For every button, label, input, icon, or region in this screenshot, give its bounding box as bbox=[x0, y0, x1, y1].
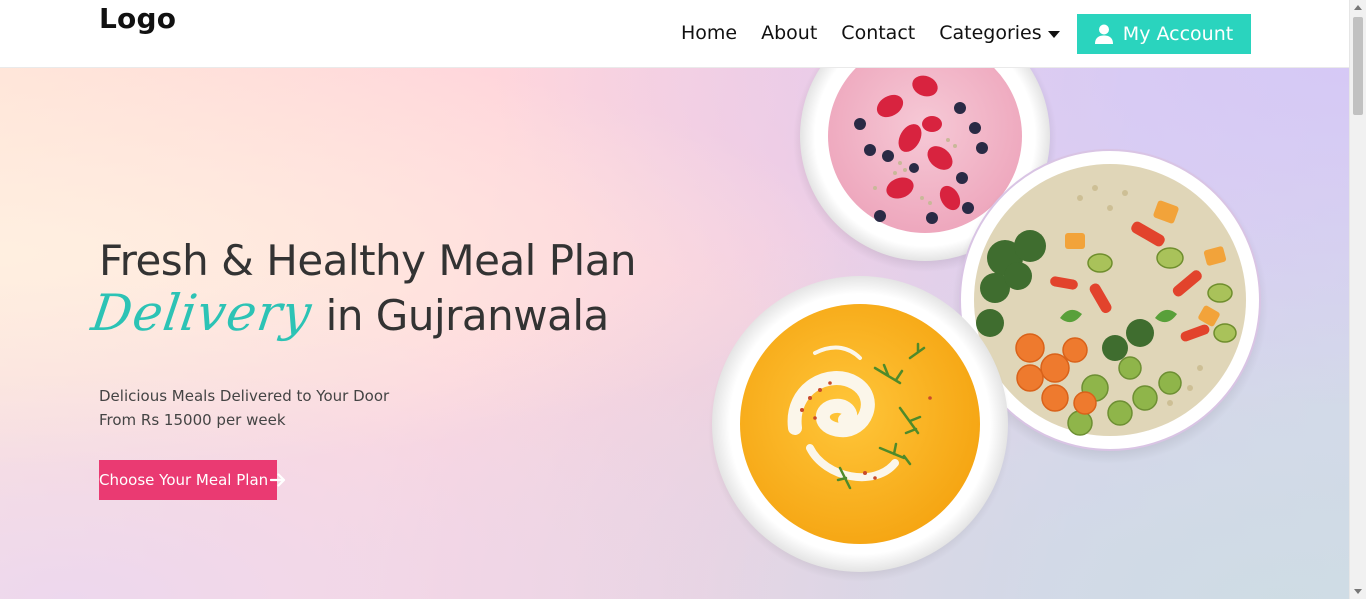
user-icon bbox=[1094, 24, 1113, 44]
soup-bowl bbox=[708, 276, 1012, 582]
scroll-down-arrow-icon[interactable] bbox=[1354, 589, 1362, 594]
hero-price-text: From Rs 15000 per week bbox=[99, 411, 286, 429]
main-nav: Home About Contact Categories bbox=[681, 22, 1060, 44]
nav-categories-label: Categories bbox=[939, 22, 1042, 44]
nav-contact-link[interactable]: Contact bbox=[841, 22, 915, 44]
arrow-right-icon bbox=[270, 472, 286, 488]
food-bowls-image bbox=[708, 68, 1268, 582]
hero-script-word: Delivery bbox=[87, 284, 316, 342]
hero-headline-location: in Gujranwala bbox=[325, 291, 610, 340]
choose-meal-plan-button[interactable]: Choose Your Meal Plan bbox=[99, 460, 286, 500]
nav-categories-dropdown[interactable]: Categories bbox=[939, 22, 1060, 44]
scroll-up-arrow-icon[interactable] bbox=[1354, 5, 1362, 10]
nav-contact-label: Contact bbox=[841, 22, 916, 44]
logo[interactable]: Logo bbox=[99, 2, 176, 35]
vertical-scrollbar[interactable] bbox=[1349, 0, 1366, 599]
nav-about-label: About bbox=[761, 22, 818, 44]
my-account-button[interactable]: My Account bbox=[1077, 14, 1251, 54]
caret-down-icon bbox=[1047, 30, 1060, 38]
hero-headline-line1: Fresh & Healthy Meal Plan bbox=[99, 236, 637, 285]
nav-home-label: Home bbox=[681, 22, 738, 44]
hero-subtitle: Delicious Meals Delivered to Your Door bbox=[99, 387, 390, 405]
nav-about-link[interactable]: About bbox=[761, 22, 817, 44]
nav-home-link[interactable]: Home bbox=[681, 22, 737, 44]
hero-section: Fresh & Healthy Meal Plan Delivery in Gu… bbox=[0, 68, 1349, 599]
hero-headline-line2: Delivery in Gujranwala bbox=[88, 284, 610, 342]
choose-meal-plan-label: Choose Your Meal Plan bbox=[99, 471, 269, 489]
landing-page: Logo Home About Contact Categories My Ac… bbox=[0, 0, 1366, 599]
scrollbar-thumb[interactable] bbox=[1353, 17, 1363, 115]
my-account-label: My Account bbox=[1122, 23, 1234, 45]
site-header: Logo Home About Contact Categories My Ac… bbox=[0, 0, 1349, 68]
